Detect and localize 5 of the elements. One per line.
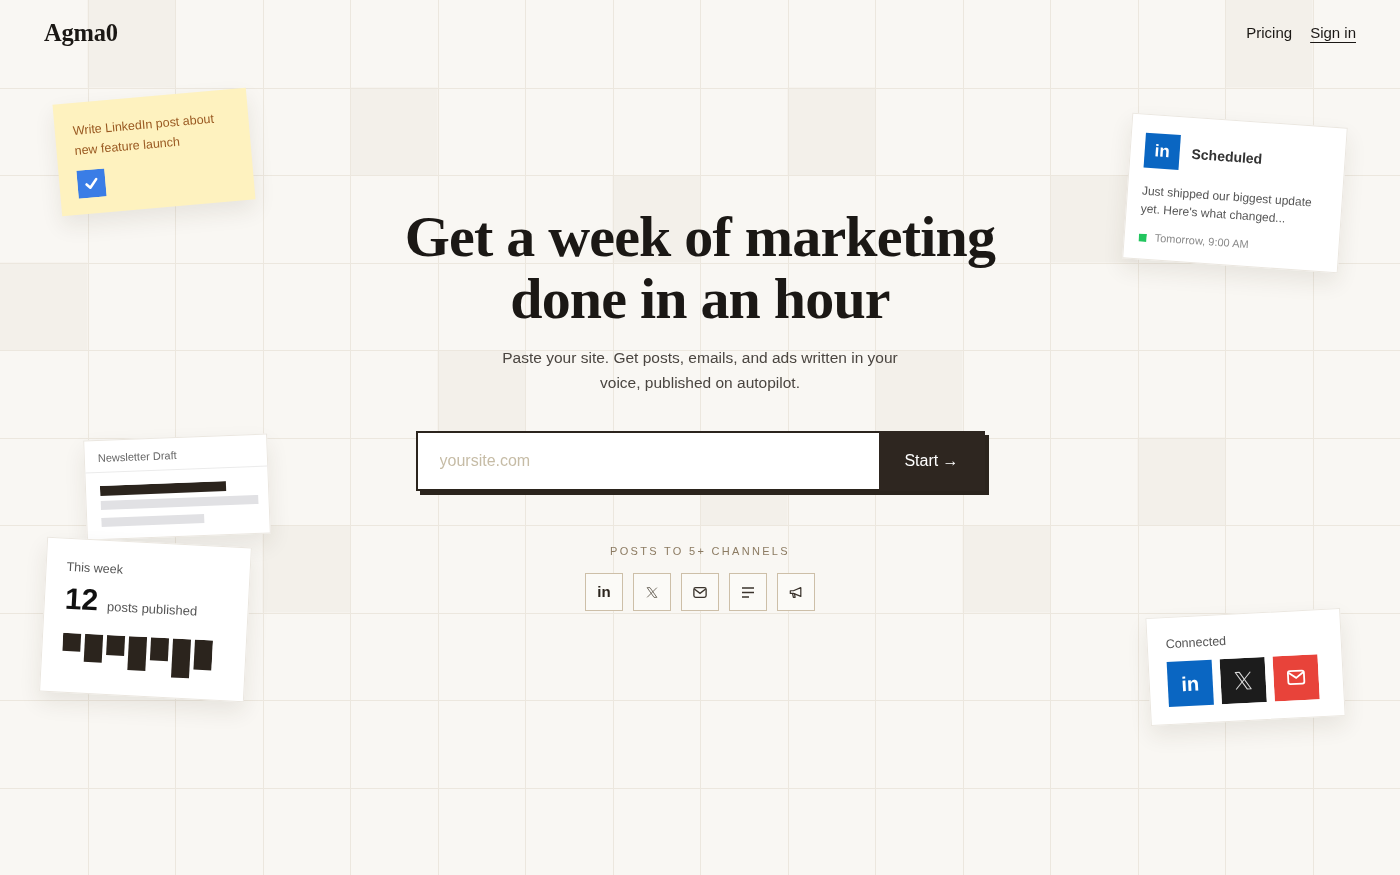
card-title: Connected bbox=[1165, 633, 1228, 653]
x-mark-icon bbox=[1219, 657, 1267, 705]
in-logo: in bbox=[1166, 659, 1214, 708]
nav-link[interactable]: Sign in bbox=[1310, 22, 1356, 44]
envelope-icon bbox=[1272, 654, 1320, 702]
